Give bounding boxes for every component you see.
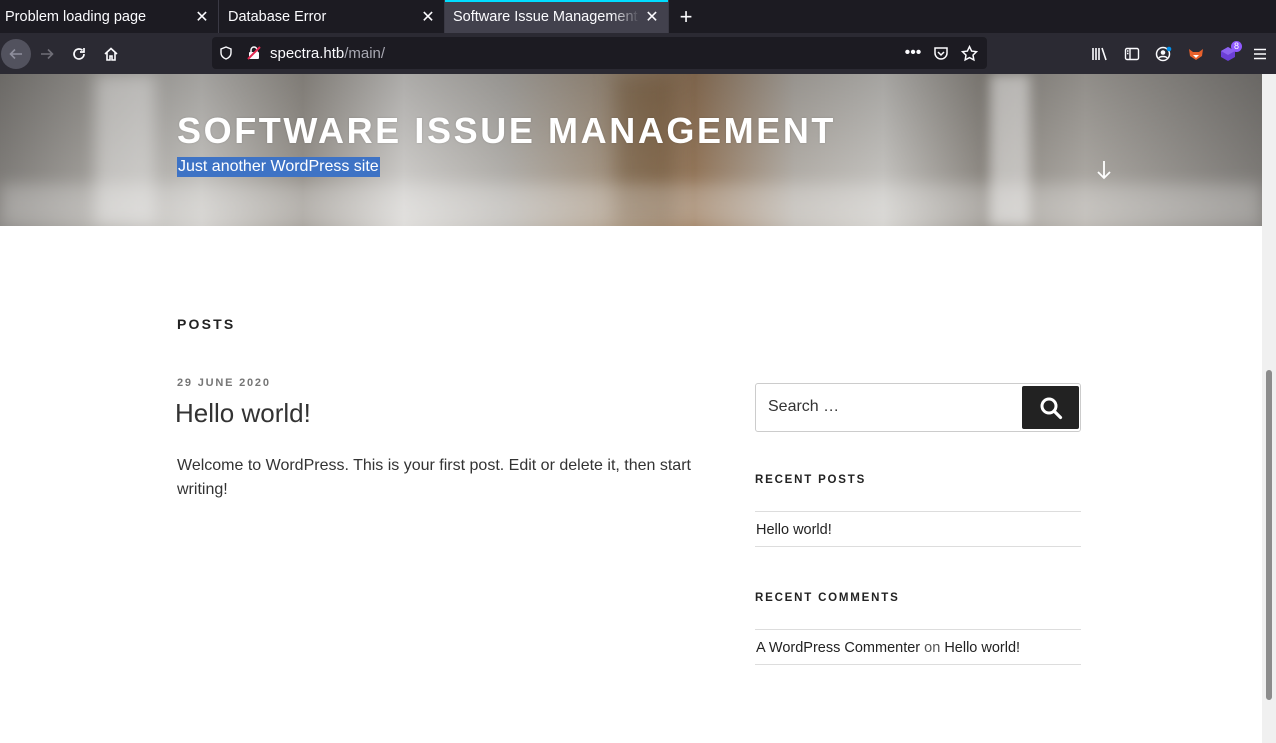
search-button[interactable] [1022, 386, 1079, 429]
url-path: /main/ [344, 44, 386, 62]
back-button[interactable] [1, 38, 31, 69]
tab-database-error[interactable]: Database Error ✕ [219, 0, 445, 33]
reload-button[interactable] [63, 38, 95, 70]
tab-label: Software Issue Management [453, 8, 638, 25]
insecure-lock-icon[interactable] [240, 39, 268, 67]
recent-posts-title: Recent Posts [755, 474, 867, 486]
forward-button[interactable] [31, 38, 63, 70]
page-scrollbar[interactable] [1262, 74, 1276, 743]
home-icon [104, 46, 118, 61]
search-input[interactable]: Search … [768, 398, 839, 416]
recent-comments-list: A WordPress Commenter on Hello world! [755, 629, 1081, 665]
search-icon [1040, 397, 1062, 419]
site-description: Just another WordPress site [177, 157, 380, 177]
post-date[interactable]: 29 June 2020 [177, 377, 271, 389]
reload-icon [73, 47, 85, 60]
close-icon[interactable]: ✕ [190, 5, 214, 29]
search-form: Search … [755, 383, 1081, 432]
post-title[interactable]: Hello world! [175, 398, 311, 429]
comment-post-link[interactable]: Hello world! [944, 640, 1020, 656]
arrow-left-icon [9, 48, 22, 59]
menu-icon[interactable] [1244, 38, 1276, 70]
url-host: spectra.htb [270, 44, 345, 62]
new-tab-button[interactable]: + [669, 0, 703, 33]
home-button[interactable] [95, 38, 127, 70]
account-icon[interactable] [1148, 38, 1180, 70]
tab-label: Database Error [228, 8, 327, 25]
tab-bar: Problem loading page ✕ Database Error ✕ … [0, 0, 1276, 33]
post-excerpt: Welcome to WordPress. This is your first… [177, 457, 691, 498]
recent-comments-title: Recent Comments [755, 592, 900, 604]
url-bar[interactable]: spectra.htb/main/ ••• [212, 37, 987, 69]
recent-comment-item: A WordPress Commenter on Hello world! [755, 630, 1081, 664]
recent-post-link[interactable]: Hello world! [755, 512, 1081, 546]
site-header: Software Issue Management Just another W… [0, 74, 1262, 226]
recent-posts-list: Hello world! [755, 511, 1081, 547]
section-title: Posts [177, 316, 236, 332]
close-icon[interactable]: ✕ [416, 5, 440, 29]
page-actions-icon[interactable]: ••• [901, 41, 925, 65]
comment-connector: on [924, 640, 941, 656]
sidebar-icon[interactable] [1116, 38, 1148, 70]
nav-bar: spectra.htb/main/ ••• 8 [0, 33, 1276, 74]
arrow-right-icon [41, 48, 54, 59]
library-icon[interactable] [1084, 38, 1116, 70]
tab-problem-loading[interactable]: Problem loading page ✕ [0, 0, 219, 33]
scroll-down-arrow-icon[interactable] [1093, 158, 1115, 182]
web-page: Software Issue Management Just another W… [0, 74, 1262, 743]
comment-author-link[interactable]: A WordPress Commenter [756, 640, 920, 656]
site-title[interactable]: Software Issue Management [177, 110, 836, 152]
tab-software-issue-management[interactable]: Software Issue Management ✕ [445, 0, 669, 33]
url-text[interactable]: spectra.htb/main/ [268, 45, 901, 62]
shield-icon[interactable] [212, 39, 240, 67]
tab-label: Problem loading page [5, 8, 147, 25]
foxyproxy-extension-icon[interactable] [1180, 38, 1212, 70]
hacktools-extension-icon[interactable]: 8 [1212, 38, 1244, 70]
close-icon[interactable]: ✕ [640, 5, 664, 29]
extension-badge: 8 [1231, 40, 1242, 52]
scrollbar-thumb[interactable] [1266, 370, 1272, 700]
pocket-icon[interactable] [929, 41, 953, 65]
bookmark-star-icon[interactable] [957, 41, 981, 65]
